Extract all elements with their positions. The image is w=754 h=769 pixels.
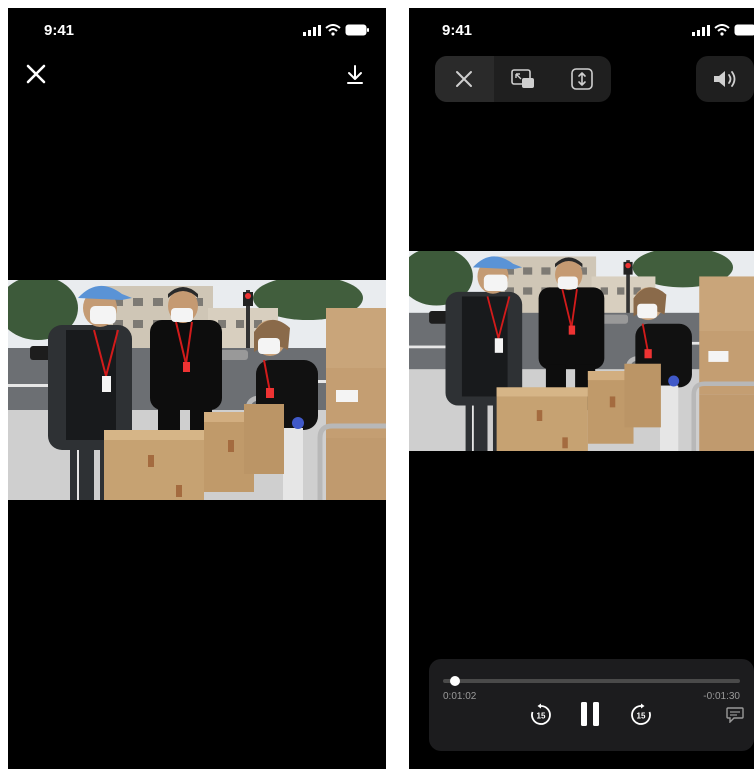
- playback-controls: 0:01:02 -0:01:30 15 15: [429, 659, 754, 751]
- status-bar: 9:41: [409, 8, 754, 48]
- wifi-icon: [325, 24, 341, 36]
- wifi-icon: [714, 24, 730, 36]
- status-time: 9:41: [44, 22, 75, 39]
- pause-icon: [581, 702, 599, 726]
- signal-icon: [303, 24, 321, 36]
- close-button[interactable]: [435, 56, 494, 102]
- status-bar: 9:41: [8, 8, 386, 48]
- skip-back-seconds: 15: [537, 712, 546, 721]
- battery-icon: [734, 24, 754, 36]
- close-icon: [456, 71, 473, 87]
- video-player-screen: 9:41 0:01:02 -0:01:30 15 15: [409, 8, 754, 769]
- skip-back-button[interactable]: 15: [529, 703, 553, 727]
- signal-icon: [692, 24, 710, 36]
- skip-back-15-icon: 15: [531, 703, 551, 725]
- status-time: 9:41: [442, 22, 473, 39]
- scrubber-track[interactable]: [443, 676, 740, 686]
- current-time: 0:01:02: [443, 691, 477, 702]
- video-frame[interactable]: [8, 280, 386, 500]
- picture-in-picture-icon: [511, 69, 534, 88]
- photo-viewer-screen: 9:41: [8, 8, 386, 769]
- video-frame[interactable]: [409, 251, 754, 451]
- volume-icon: [714, 71, 736, 87]
- pause-button[interactable]: [577, 699, 603, 729]
- fit-screen-button[interactable]: [552, 56, 611, 102]
- scrubber-thumb[interactable]: [449, 676, 460, 686]
- fit-screen-icon: [570, 68, 593, 90]
- skip-forward-button[interactable]: 15: [629, 703, 653, 727]
- captions-icon: [726, 707, 744, 723]
- remaining-time: -0:01:30: [703, 691, 740, 702]
- player-toolbar: [435, 56, 611, 102]
- skip-forward-seconds: 15: [637, 712, 646, 721]
- skip-forward-15-icon: 15: [631, 703, 651, 725]
- close-icon[interactable]: [24, 62, 48, 86]
- picture-in-picture-button[interactable]: [494, 56, 553, 102]
- battery-icon: [345, 24, 369, 36]
- volume-button[interactable]: [696, 56, 754, 102]
- download-icon[interactable]: [344, 62, 366, 86]
- captions-button[interactable]: [726, 707, 744, 723]
